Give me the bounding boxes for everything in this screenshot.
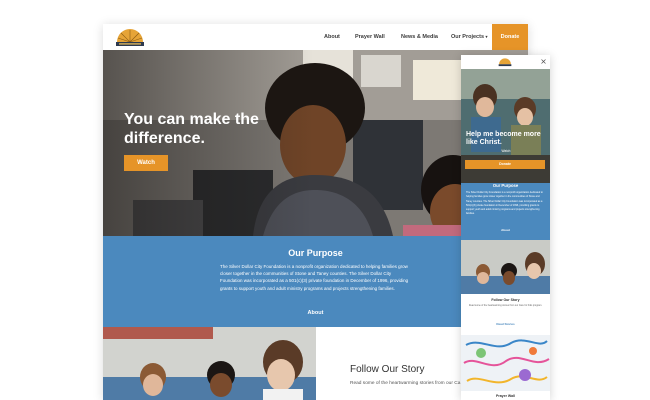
mobile-prayer-wall-title: Prayer Wall: [496, 394, 515, 398]
purpose-text: The Silver Dollar City Foundation is a n…: [220, 264, 409, 291]
mobile-story-photo-art: [461, 240, 550, 294]
story-title: Follow Our Story: [350, 364, 425, 375]
hero-title: You can make the difference.: [124, 111, 259, 147]
mobile-purpose-text: The Silver Dollar City Foundation is a n…: [466, 191, 543, 216]
mobile-hero-section: Help me become more like Christ. Watch D…: [461, 69, 550, 183]
nav-news-media[interactable]: News & Media: [401, 24, 438, 50]
nav-about[interactable]: About: [324, 24, 340, 50]
nav-our-projects[interactable]: Our Projects ▾: [451, 24, 488, 50]
mobile-top-navigation: [461, 55, 550, 69]
mobile-prayer-wall-photo: [461, 335, 550, 391]
mobile-foundation-logo[interactable]: [497, 57, 513, 67]
top-navigation: About Prayer Wall News & Media Our Proje…: [103, 24, 528, 50]
watch-button[interactable]: Watch: [124, 155, 168, 171]
mobile-read-stories-link[interactable]: Read Stories: [461, 322, 550, 326]
story-photo-art: [103, 327, 316, 400]
mobile-hero-title: Help me become more like Christ.: [466, 131, 541, 146]
mobile-purpose-section: Our Purpose The Silver Dollar City Found…: [461, 183, 550, 240]
close-icon[interactable]: [540, 58, 547, 65]
foundation-logo[interactable]: [113, 26, 147, 48]
story-photo: [103, 327, 316, 400]
mobile-story-title: Follow Our Story: [491, 298, 520, 302]
mobile-story-text: Read some of the heartwarming stories fr…: [468, 305, 543, 307]
mobile-donate-button[interactable]: Donate: [465, 160, 545, 169]
chevron-down-icon: ▾: [485, 34, 488, 39]
mobile-purpose-title: Our Purpose: [492, 183, 519, 188]
mobile-mockup: Help me become more like Christ. Watch D…: [461, 55, 550, 400]
mobile-watch-link[interactable]: Watch: [466, 149, 546, 153]
mobile-about-link[interactable]: About: [461, 228, 550, 232]
nav-our-projects-label: Our Projects: [451, 34, 485, 40]
donate-button[interactable]: Donate: [492, 24, 528, 50]
mobile-prayer-wall-art: [461, 335, 550, 391]
nav-prayer-wall[interactable]: Prayer Wall: [355, 24, 385, 50]
mobile-story-photo: [461, 240, 550, 294]
